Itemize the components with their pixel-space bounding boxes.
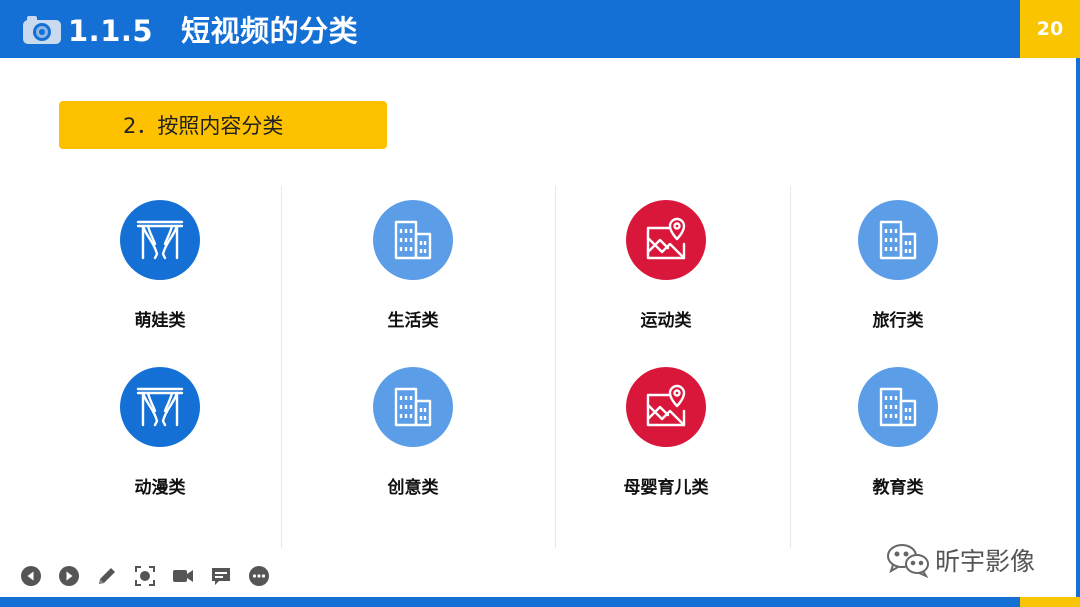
category-label: 母婴育儿类: [623, 478, 709, 498]
curtain-icon: [136, 220, 184, 260]
building-icon: [879, 387, 917, 427]
more-options-button[interactable]: [248, 565, 270, 587]
more-icon: [249, 566, 269, 586]
title-bar: 1.1.5 短视频的分类: [0, 0, 1020, 58]
category-label: 生活类: [387, 311, 439, 331]
watermark: 昕宇影像: [885, 538, 1035, 582]
category-icon-building: [373, 367, 453, 447]
watermark-text: 昕宇影像: [935, 547, 1036, 576]
category-label: 运动类: [640, 311, 692, 331]
category-icon-curtain: [120, 367, 200, 447]
next-icon: [59, 566, 79, 586]
page-number: 20: [1020, 0, 1080, 58]
category-icon-map: [626, 367, 706, 447]
subtitle-icon: [212, 568, 230, 585]
video-button[interactable]: [172, 565, 194, 587]
page-title: 1.1.5 短视频的分类: [68, 0, 358, 58]
map-pin-icon: [646, 384, 686, 427]
footer-accent: [1020, 597, 1080, 607]
pen-tool-button[interactable]: [96, 565, 118, 587]
subtitle-button[interactable]: [210, 565, 232, 587]
category-icon-building: [858, 367, 938, 447]
building-icon: [394, 387, 432, 427]
section-title: 短视频的分类: [181, 14, 359, 48]
column-divider: [790, 186, 791, 548]
building-icon: [394, 220, 432, 260]
curtain-icon: [136, 387, 184, 427]
camera-icon: [23, 16, 61, 44]
category-label: 萌娃类: [134, 311, 186, 331]
category-label: 动漫类: [134, 478, 186, 498]
previous-icon: [21, 566, 41, 586]
category-icon-map: [626, 200, 706, 280]
section-number: 1.1.5: [68, 14, 154, 48]
zoom-button[interactable]: [134, 565, 156, 587]
category-icon-curtain: [120, 200, 200, 280]
presentation-toolbar: [20, 563, 286, 589]
category-label: 旅行类: [872, 311, 924, 331]
right-border: [1076, 58, 1080, 597]
subheading-label: 2．按照内容分类: [59, 101, 387, 149]
building-icon: [879, 220, 917, 260]
category-label: 教育类: [872, 478, 924, 498]
zoom-icon: [135, 566, 155, 586]
category-icon-building: [858, 200, 938, 280]
column-divider: [281, 186, 282, 548]
category-label: 创意类: [387, 478, 439, 498]
camera-video-icon: [173, 570, 193, 582]
previous-slide-button[interactable]: [20, 565, 42, 587]
category-icon-building: [373, 200, 453, 280]
map-pin-icon: [646, 217, 686, 260]
pen-icon: [99, 568, 115, 584]
column-divider: [555, 186, 556, 548]
footer-bar: [0, 597, 1020, 607]
wechat-icon: [887, 544, 929, 578]
next-slide-button[interactable]: [58, 565, 80, 587]
